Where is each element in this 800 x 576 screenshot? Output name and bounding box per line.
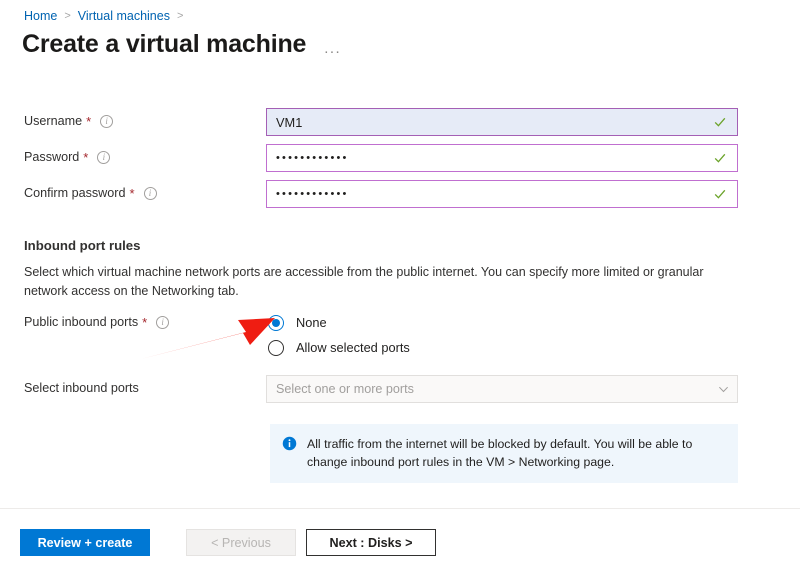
inbound-port-rules-heading: Inbound port rules [24,238,141,253]
info-icon [282,436,297,451]
radio-option-allow-selected-ports[interactable]: Allow selected ports [268,335,410,360]
username-row: Username * i VM1 [0,108,800,144]
breadcrumb-separator-icon: > [176,10,184,22]
checkmark-icon [714,189,726,199]
footer-divider [0,508,800,509]
username-value: VM1 [276,114,303,130]
select-inbound-ports-dropdown[interactable]: Select one or more ports [266,375,738,403]
password-input[interactable]: •••••••••••• [266,144,738,172]
confirm-password-value: •••••••••••• [276,188,349,200]
page-title: Create a virtual machine [22,30,307,58]
username-label: Username * i [24,113,114,129]
info-banner-text: All traffic from the internet will be bl… [307,437,693,469]
breadcrumb-item-home[interactable]: Home [24,9,57,23]
inbound-port-rules-description: Select which virtual machine network por… [24,265,704,298]
info-banner: All traffic from the internet will be bl… [270,424,738,483]
required-indicator: * [86,113,92,129]
info-icon[interactable]: i [97,150,111,164]
review-create-button[interactable]: Review + create [20,529,150,556]
radio-label-allow-selected-ports: Allow selected ports [296,340,410,355]
info-icon[interactable]: i [143,186,157,200]
radio-button-allow-selected-ports[interactable] [268,339,284,356]
previous-button: < Previous [186,529,296,556]
confirm-password-input[interactable]: •••••••••••• [266,180,738,208]
confirm-password-label-text: Confirm password [24,186,126,200]
radio-label-none: None [296,315,327,330]
select-inbound-ports-label-text: Select inbound ports [24,381,139,395]
password-label: Password * i [24,149,111,165]
next-disks-button[interactable]: Next : Disks > [306,529,436,556]
page-title-row: Create a virtual machine ... [22,30,341,59]
password-label-text: Password [24,150,80,164]
password-row: Password * i •••••••••••• [0,144,800,180]
password-value: •••••••••••• [276,152,349,164]
checkmark-icon [714,117,726,127]
required-indicator: * [142,314,148,330]
confirm-password-row: Confirm password * i •••••••••••• [0,180,800,216]
more-options-icon[interactable]: ... [324,32,341,57]
info-icon[interactable]: i [100,114,114,128]
checkmark-icon [714,153,726,163]
select-inbound-ports-label: Select inbound ports [24,381,139,395]
required-indicator: * [129,185,135,201]
breadcrumb-separator-icon: > [64,10,71,22]
public-inbound-ports-radio-group: None Allow selected ports [268,310,410,360]
radio-option-none[interactable]: None [268,310,410,335]
credentials-form: Username * i VM1 Password * i ••••••••••… [0,108,800,216]
radio-button-none[interactable] [268,314,284,331]
select-inbound-ports-placeholder: Select one or more ports [276,382,414,396]
footer-actions: Review + create < Previous Next : Disks … [20,529,436,556]
username-input[interactable]: VM1 [266,108,738,136]
required-indicator: * [83,149,89,165]
info-icon[interactable]: i [156,315,170,329]
breadcrumb-item-virtual-machines[interactable]: Virtual machines [78,9,170,23]
confirm-password-label: Confirm password * i [24,186,157,200]
public-inbound-ports-label: Public inbound ports * i [24,314,170,330]
chevron-down-icon [719,386,728,392]
username-label-text: Username [24,114,83,128]
breadcrumb: Home > Virtual machines > [24,9,183,23]
public-inbound-ports-label-text: Public inbound ports [24,315,139,329]
